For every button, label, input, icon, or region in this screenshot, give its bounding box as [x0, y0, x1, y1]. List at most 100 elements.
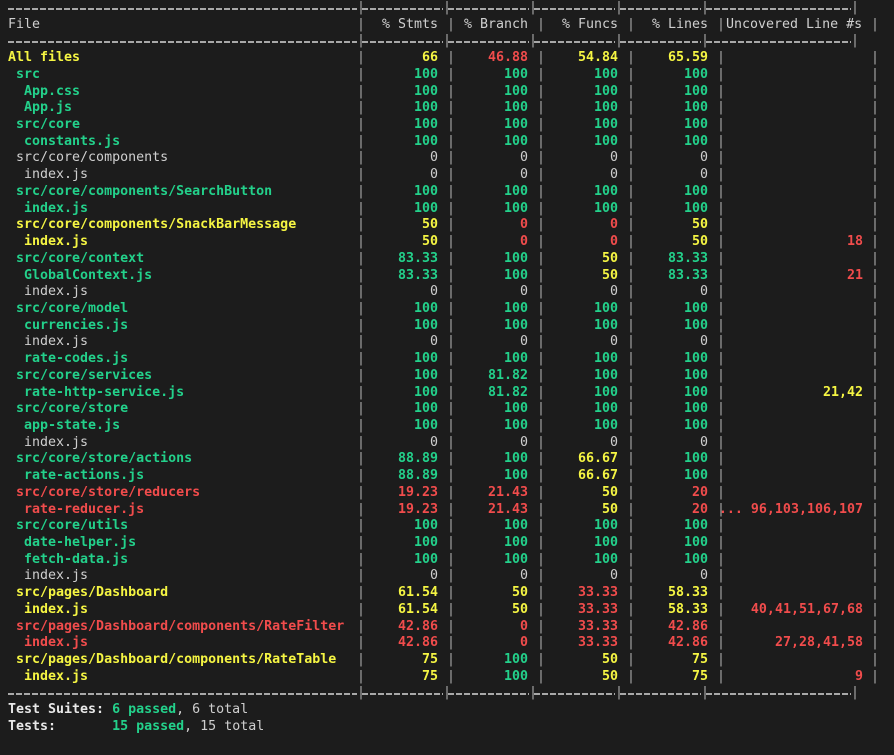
table-row: src/core/store 100 100 100 100 — [0, 401, 894, 418]
column-separator — [615, 0, 616, 17]
row-uncovered-lines — [718, 67, 871, 84]
row-stmts-value: 100 — [413, 551, 438, 567]
row-uncovered-lines — [718, 568, 871, 585]
row-lines-value: 100 — [683, 384, 708, 400]
row-funcs-value: 50 — [601, 652, 618, 668]
rule-segment-file — [8, 41, 357, 44]
row-file-path: currencies.js — [8, 317, 129, 333]
row-uncovered-lines: 27,28,41,58 — [774, 635, 863, 651]
column-separator — [871, 368, 872, 385]
table-row: src/core/model 100 100 100 100 — [0, 301, 894, 318]
row-branch-value: 100 — [503, 83, 528, 99]
row-stmts-value: 100 — [413, 66, 438, 82]
table-row: index.js 0 0 0 0 — [0, 167, 894, 184]
row-lines-value: 0 — [699, 167, 708, 183]
row-stmts-value: 75 — [421, 652, 438, 668]
row-branch-value: 0 — [519, 150, 528, 166]
row-file-path: src/core/store/reducers — [8, 484, 201, 500]
row-file-path: src/core/context — [8, 250, 145, 266]
row-stmts-value: 83.33 — [397, 250, 438, 266]
row-branch-value: 100 — [503, 652, 528, 668]
column-separator — [871, 134, 872, 151]
test-suites-passed: 6 passed — [112, 702, 177, 718]
row-funcs-value: 100 — [593, 66, 618, 82]
row-lines-value: 58.33 — [667, 601, 708, 617]
rule-segment-funcs — [534, 693, 615, 696]
row-file-path: src/pages/Dashboard/components/RateTable — [8, 652, 337, 668]
column-separator — [871, 635, 872, 652]
row-branch-value: 100 — [503, 551, 528, 567]
table-row: src/core/store/actions 88.89 100 66.67 100 — [0, 451, 894, 468]
row-lines-value: 100 — [683, 551, 708, 567]
row-stmts-value: 75 — [421, 668, 438, 684]
column-separator — [871, 502, 872, 519]
column-separator — [871, 50, 872, 67]
row-stmts-value: 61.54 — [397, 585, 438, 601]
row-stmts-value: 100 — [413, 317, 438, 333]
table-row: src/core/services 100 81.82 100 100 — [0, 368, 894, 385]
table-row: index.js 42.86 0 33.33 42.86 27,28,41,58 — [0, 635, 894, 652]
row-stmts-value: 66 — [421, 50, 438, 66]
row-uncovered-lines: 9 — [854, 668, 863, 684]
row-uncovered-lines — [718, 201, 871, 218]
row-uncovered-lines — [718, 435, 871, 452]
row-stmts-value: 100 — [413, 183, 438, 199]
row-lines-value: 100 — [683, 468, 708, 484]
row-lines-value: 100 — [683, 535, 708, 550]
column-separator — [851, 33, 852, 50]
row-funcs-value: 100 — [593, 351, 618, 367]
row-uncovered-lines — [718, 217, 871, 234]
row-lines-value: 65.59 — [667, 50, 708, 66]
row-lines-value: 100 — [683, 183, 708, 199]
tests-gap — [56, 719, 112, 734]
row-uncovered-lines — [718, 518, 871, 535]
column-separator — [871, 217, 872, 234]
row-lines-value: 0 — [699, 334, 708, 350]
row-file-path: src/core — [8, 117, 81, 133]
row-file-path: index.js — [8, 234, 89, 250]
row-lines-value: 100 — [683, 83, 708, 99]
row-uncovered-lines — [718, 318, 871, 335]
table-body: All files6646.8854.8465.59 src1001001001… — [0, 50, 894, 685]
column-separator — [871, 518, 872, 535]
row-branch-value: 81.82 — [487, 384, 528, 400]
rule-segment-uncovered — [706, 693, 851, 696]
row-funcs-value: 54.84 — [577, 50, 618, 66]
row-stmts-value: 19.23 — [397, 484, 438, 500]
table-row: App.js 100 100 100 100 — [0, 100, 894, 117]
tests-separator: , — [184, 718, 201, 734]
row-funcs-value: 100 — [593, 551, 618, 567]
column-separator — [871, 100, 872, 117]
row-file-path: index.js — [8, 668, 89, 684]
table-row: currencies.js 100 100 100 100 — [0, 318, 894, 335]
row-lines-value: 100 — [683, 66, 708, 82]
table-row: src/core/utils 100 100 100 100 — [0, 518, 894, 535]
rule-segment-branch — [448, 7, 529, 10]
row-file-path: GlobalContext.js — [8, 267, 153, 283]
row-uncovered-lines — [718, 134, 871, 151]
row-uncovered-lines — [718, 284, 871, 301]
row-uncovered-lines — [718, 368, 871, 385]
row-file-path: constants.js — [8, 133, 121, 149]
table-row: index.js 0 0 0 0 — [0, 334, 894, 351]
row-funcs-value: 0 — [609, 568, 618, 584]
row-branch-value: 50 — [511, 601, 528, 617]
row-branch-value: 0 — [519, 284, 528, 300]
row-stmts-value: 0 — [429, 334, 438, 350]
column-separator — [871, 401, 872, 418]
row-file-path: App.js — [8, 100, 73, 116]
table-row: src/core/components/SnackBarMessage 50 0 0 5… — [0, 217, 894, 234]
table-row: rate-actions.js 88.89 100 66.67 100 — [0, 468, 894, 485]
row-uncovered-lines — [718, 652, 871, 669]
rule-segment-branch — [448, 693, 529, 696]
row-lines-value: 0 — [699, 434, 708, 450]
table-rule-bottom — [0, 685, 894, 702]
row-uncovered-lines: 21 — [846, 267, 863, 283]
table-row: GlobalContext.js 83.33 100 50 83.33 21 — [0, 268, 894, 285]
column-separator — [871, 552, 872, 569]
row-funcs-value: 33.33 — [577, 635, 618, 651]
table-row: index.js 0 0 0 0 — [0, 568, 894, 585]
row-file-path: src/core/store — [8, 401, 129, 417]
column-separator — [871, 568, 872, 585]
row-file-path: index.js — [8, 200, 89, 216]
